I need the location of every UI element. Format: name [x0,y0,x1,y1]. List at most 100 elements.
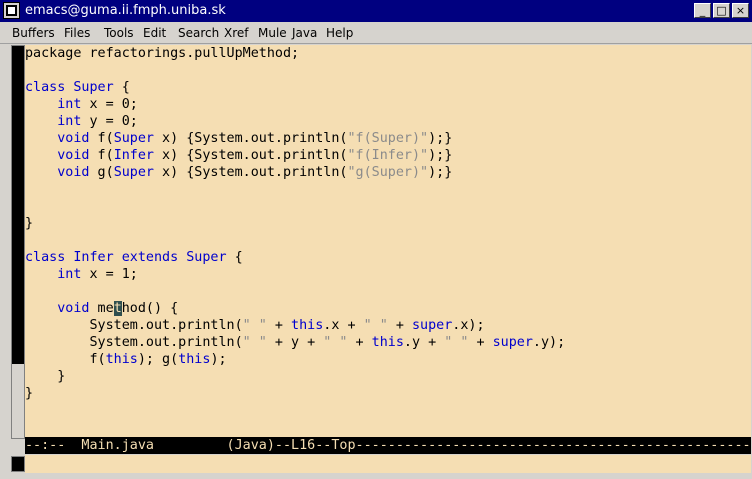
title-bar[interactable]: emacs@guma.ii.fmph.uniba.sk _ □ × [0,0,752,22]
code-line[interactable]: } [25,215,565,232]
code-token: + [266,318,292,333]
menu-bar: Buffers Files Tools Edit Search Xref Mul… [0,22,752,44]
code-token: + [347,335,372,350]
code-token: System.out.println( [25,335,243,350]
code-token: me [89,301,114,316]
menu-files[interactable]: Files [64,26,90,40]
code-line[interactable]: System.out.println(" " + this.x + " " + … [25,317,565,334]
menu-mule[interactable]: Mule [258,26,287,40]
code-token: x) {System.out.println( [154,165,348,180]
code-line[interactable] [25,283,565,300]
code-line[interactable]: void method() { [25,300,565,317]
minimize-button[interactable]: _ [694,3,711,18]
close-button[interactable]: × [732,3,749,18]
code-line[interactable]: f(this); g(this); [25,351,565,368]
code-token: );} [428,131,453,146]
menu-xref[interactable]: Xref [224,26,249,40]
text-cursor: t [113,301,122,316]
code-token: x) {System.out.println( [154,131,348,146]
code-keyword: Infer [113,148,154,163]
maximize-button[interactable]: □ [713,3,730,18]
code-string: " " [323,335,348,350]
code-token: g( [89,165,114,180]
code-keyword: void [57,131,90,146]
code-token: + [468,335,493,350]
menu-help[interactable]: Help [326,26,353,40]
code-line[interactable] [25,62,565,79]
code-token: package refactorings.pullUpMethod; [25,46,300,61]
code-token: } [25,369,66,384]
code-keyword: int [57,267,82,282]
code-string: "g(Super)" [347,165,429,180]
code-token: hod() { [121,301,179,316]
code-line[interactable]: int x = 0; [25,96,565,113]
code-line[interactable]: class Super { [25,79,565,96]
window-menu-icon[interactable] [3,2,20,19]
code-token: f( [89,131,114,146]
code-string: " " [242,318,267,333]
mode-line: --:-- Main.java (Java)--L16--Top--------… [25,437,751,454]
code-token: .y + [403,335,445,350]
scrollbar-thumb[interactable] [12,46,24,364]
code-keyword: this [105,352,138,367]
menu-java[interactable]: Java [292,26,317,40]
code-token: );} [428,148,453,163]
code-string: "f(Infer)" [347,148,429,163]
code-line[interactable] [25,232,565,249]
code-token: x) {System.out.println( [154,148,348,163]
code-token: x = 1; [81,267,138,282]
code-text[interactable]: package refactorings.pullUpMethod; class … [25,45,565,402]
code-line[interactable]: void f(Infer x) {System.out.println("f(I… [25,147,565,164]
code-string: "f(Super)" [347,131,429,146]
emacs-frame: package refactorings.pullUpMethod; class … [8,44,751,475]
code-keyword: this [291,318,324,333]
code-token: );} [428,165,453,180]
minibuffer-scrollbar-thumb[interactable] [12,457,24,471]
code-keyword: Super [113,165,154,180]
code-token: } [25,386,34,401]
minibuffer-scrollbar[interactable] [11,456,25,472]
code-token: + [387,318,412,333]
code-token: y = 0; [81,114,138,129]
window-title: emacs@guma.ii.fmph.uniba.sk [25,3,226,18]
code-token: f( [89,148,114,163]
code-token: System.out.println( [25,318,243,333]
code-string: " " [444,335,469,350]
code-line[interactable]: int y = 0; [25,113,565,130]
code-token: { [226,250,243,265]
code-line[interactable] [25,198,565,215]
code-line[interactable]: } [25,368,565,385]
code-line[interactable]: System.out.println(" " + y + " " + this.… [25,334,565,351]
menu-tools[interactable]: Tools [104,26,134,40]
editor-buffer[interactable]: package refactorings.pullUpMethod; class … [25,45,751,439]
code-keyword: class Infer extends Super [25,250,227,265]
code-line[interactable]: package refactorings.pullUpMethod; [25,45,565,62]
code-string: " " [363,318,388,333]
code-token: .y); [532,335,566,350]
code-line[interactable]: void f(Super x) {System.out.println("f(S… [25,130,565,147]
code-keyword: this [178,352,211,367]
minibuffer[interactable] [25,455,751,473]
menu-search[interactable]: Search [178,26,219,40]
code-token: { [113,80,130,95]
vertical-scrollbar[interactable] [11,45,25,439]
code-token: .x + [323,318,364,333]
code-keyword: class Super [25,80,114,95]
code-line[interactable]: } [25,385,565,402]
menu-edit[interactable]: Edit [143,26,166,40]
menu-buffers[interactable]: Buffers [12,26,55,40]
code-token: } [25,216,34,231]
code-line[interactable]: void g(Super x) {System.out.println("g(S… [25,164,565,181]
code-line[interactable] [25,181,565,198]
code-line[interactable]: int x = 1; [25,266,565,283]
code-keyword: super [492,335,533,350]
code-string: " " [242,335,267,350]
code-keyword: void [57,301,90,316]
code-line[interactable]: class Infer extends Super { [25,249,565,266]
